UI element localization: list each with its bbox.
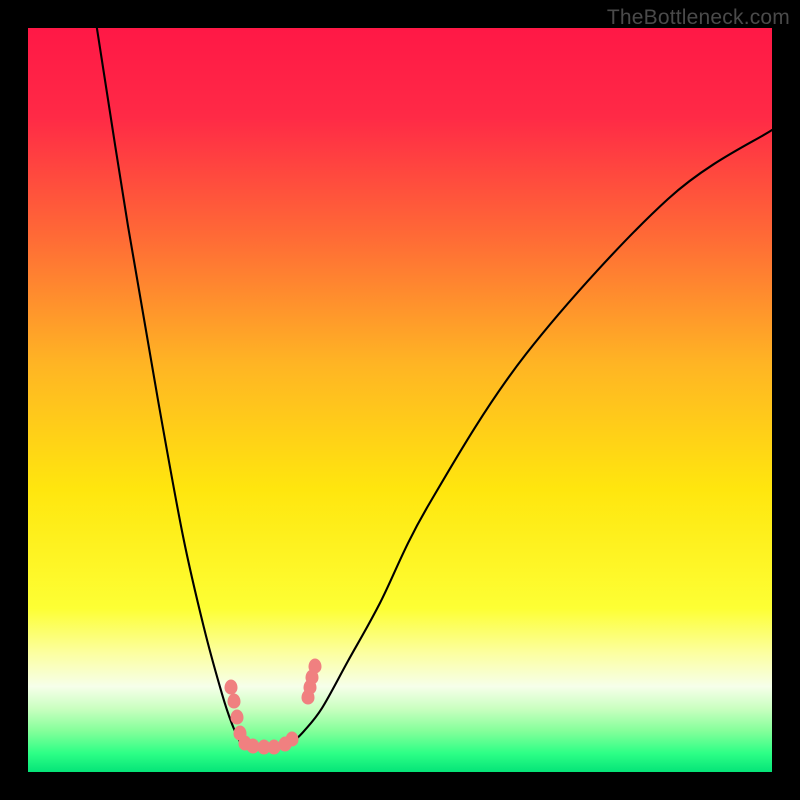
bead-marker (224, 679, 237, 694)
plot-frame (28, 28, 772, 772)
watermark-text: TheBottleneck.com (607, 6, 790, 30)
bead-marker (285, 731, 298, 746)
bead-marker (308, 658, 321, 673)
bead-marker (230, 710, 243, 725)
bead-marker (228, 694, 241, 709)
plot-svg (28, 28, 772, 772)
gradient-bg (28, 28, 772, 772)
